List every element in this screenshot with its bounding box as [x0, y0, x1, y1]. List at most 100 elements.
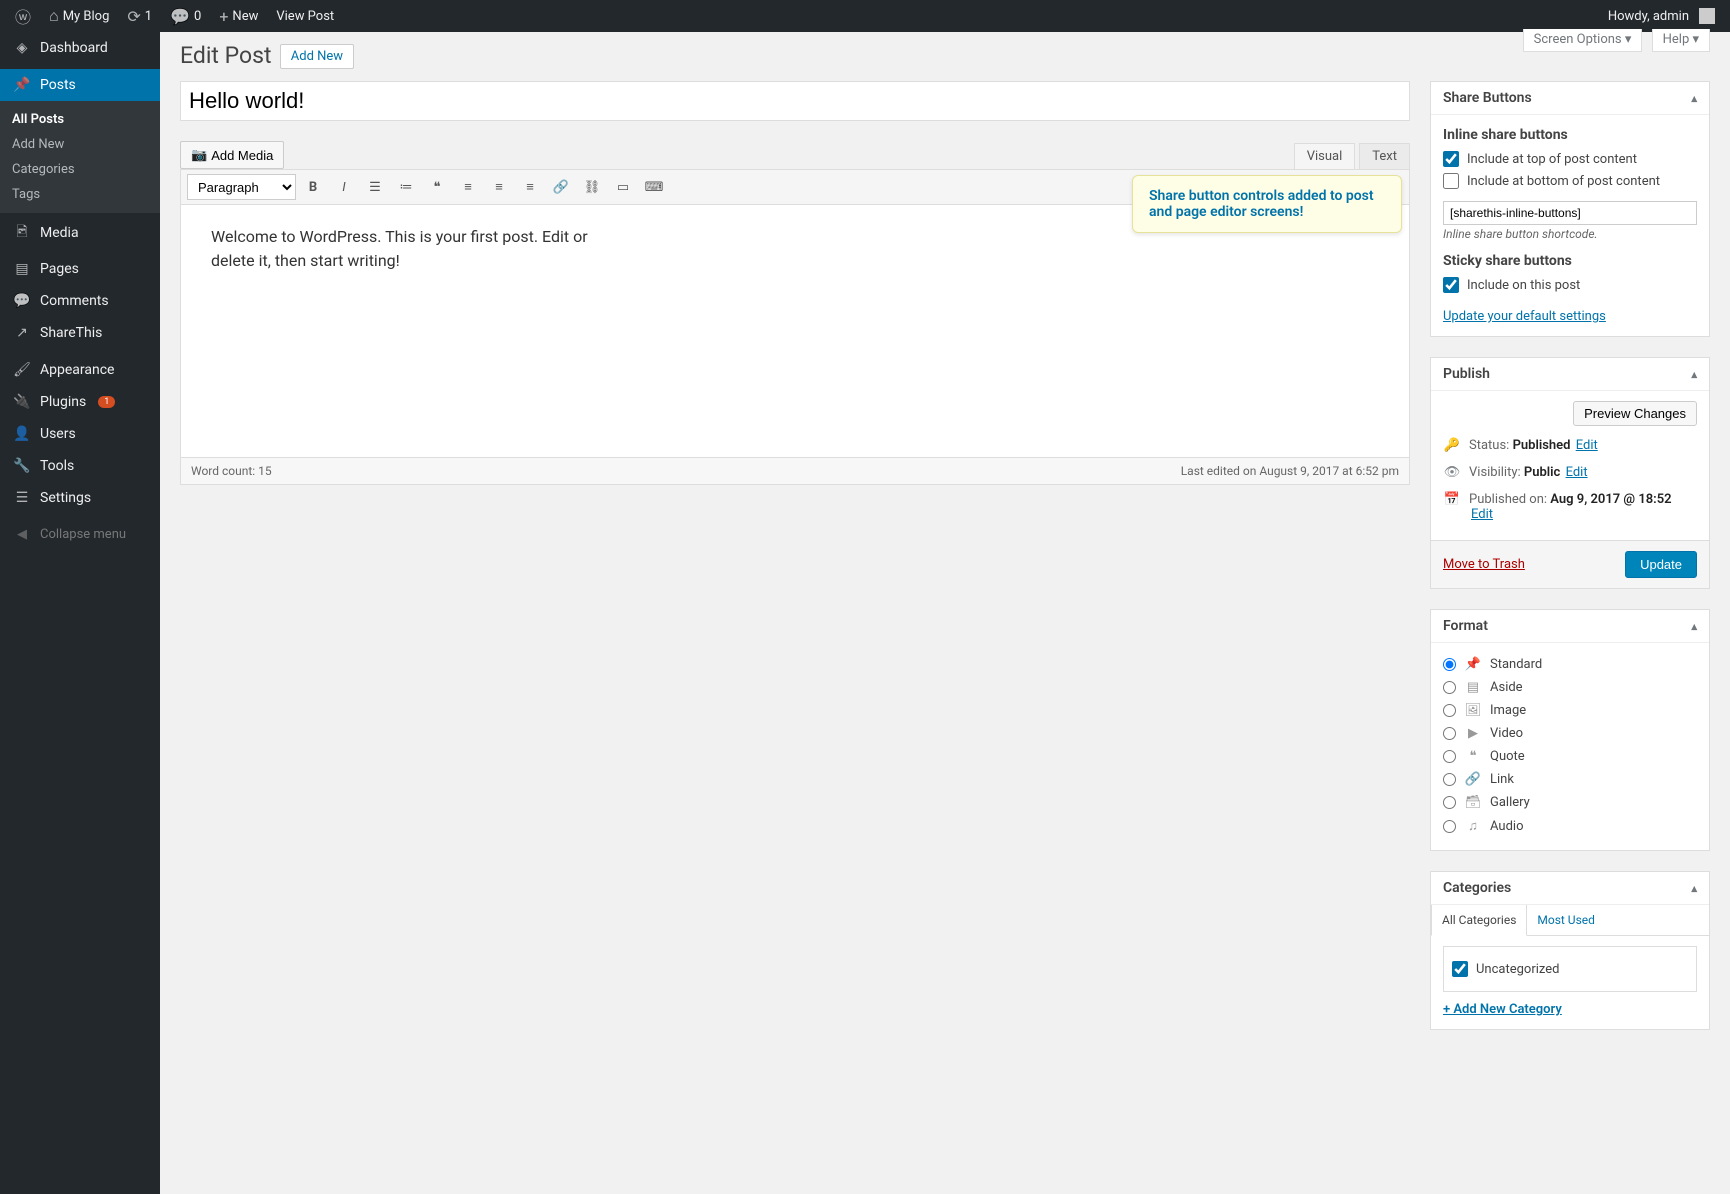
tab-text[interactable]: Text — [1359, 143, 1410, 169]
check-include-bottom[interactable]: Include at bottom of post content — [1443, 173, 1697, 189]
bold-button[interactable]: B — [299, 174, 327, 200]
metabox-publish-toggle[interactable]: Publish▴ — [1431, 358, 1709, 391]
plugin-icon: 🔌 — [12, 394, 32, 410]
move-to-trash-link[interactable]: Move to Trash — [1443, 557, 1525, 572]
menu-dashboard[interactable]: ◈Dashboard — [0, 32, 160, 64]
check-include-post[interactable]: Include on this post — [1443, 277, 1697, 293]
screen-options-button[interactable]: Screen Options ▾ — [1523, 29, 1643, 52]
menu-settings[interactable]: ☰Settings — [0, 482, 160, 514]
metabox-categories-toggle[interactable]: Categories▴ — [1431, 872, 1709, 905]
format-link-icon: 🔗 — [1464, 772, 1482, 787]
format-option-quote[interactable]: ❝Quote — [1443, 745, 1697, 768]
new-content-link[interactable]: +New — [212, 0, 265, 32]
page-icon: ▤ — [12, 261, 32, 277]
key-icon: 🔑 — [1443, 438, 1461, 453]
toolbar-toggle-button[interactable]: ⌨ — [640, 174, 668, 200]
chevron-up-icon: ▴ — [1691, 620, 1697, 633]
chevron-up-icon: ▴ — [1691, 368, 1697, 381]
update-button[interactable]: Update — [1625, 551, 1697, 578]
align-right-button[interactable]: ≡ — [516, 174, 544, 200]
submenu-categories[interactable]: Categories — [0, 157, 160, 182]
format-option-audio[interactable]: ♫Audio — [1443, 814, 1697, 838]
word-count: Word count: 15 — [191, 464, 272, 478]
menu-users[interactable]: 👤Users — [0, 418, 160, 450]
unlink-button[interactable]: ⛓ — [578, 174, 606, 200]
align-left-button[interactable]: ≡ — [454, 174, 482, 200]
post-title-input[interactable] — [180, 81, 1410, 121]
format-option-aside[interactable]: ▤Aside — [1443, 676, 1697, 699]
link-button[interactable]: 🔗 — [547, 174, 575, 200]
avatar — [1699, 8, 1715, 24]
shortcode-input[interactable] — [1443, 201, 1697, 225]
add-new-category-link[interactable]: + Add New Category — [1443, 1002, 1562, 1017]
menu-posts[interactable]: 📌Posts — [0, 69, 160, 101]
menu-media[interactable]: 🖻Media — [0, 213, 160, 253]
user-icon: 👤 — [12, 426, 32, 442]
submenu-all-posts[interactable]: All Posts — [0, 107, 160, 132]
collapse-menu[interactable]: ◀Collapse menu — [0, 519, 160, 550]
admin-bar: ⓦ ⌂My Blog ⟳1 💬0 +New View Post Howdy, a… — [0, 0, 1730, 32]
check-include-top[interactable]: Include at top of post content — [1443, 151, 1697, 167]
metabox-format-toggle[interactable]: Format▴ — [1431, 610, 1709, 643]
shortcode-desc: Inline share button shortcode. — [1443, 227, 1697, 241]
page-title: Edit Post — [180, 42, 272, 69]
tab-visual[interactable]: Visual — [1294, 143, 1356, 169]
italic-button[interactable]: I — [330, 174, 358, 200]
align-center-button[interactable]: ≡ — [485, 174, 513, 200]
edit-status-link[interactable]: Edit — [1576, 438, 1598, 453]
add-new-button[interactable]: Add New — [280, 44, 354, 69]
add-media-button[interactable]: 📷Add Media — [180, 141, 284, 169]
callout-share-buttons: Share button controls added to post and … — [1132, 175, 1402, 233]
menu-plugins[interactable]: 🔌Plugins1 — [0, 386, 160, 418]
updates-link[interactable]: ⟳1 — [120, 0, 159, 32]
comment-icon: 💬 — [170, 7, 190, 26]
update-defaults-link[interactable]: Update your default settings — [1443, 309, 1606, 324]
dashboard-icon: ◈ — [12, 40, 32, 56]
edit-visibility-link[interactable]: Edit — [1566, 465, 1588, 480]
submenu-add-new[interactable]: Add New — [0, 132, 160, 157]
submenu-tags[interactable]: Tags — [0, 182, 160, 207]
edit-date-link[interactable]: Edit — [1471, 507, 1493, 522]
format-option-image[interactable]: 🖼Image — [1443, 699, 1697, 722]
chevron-up-icon: ▴ — [1691, 882, 1697, 895]
help-button[interactable]: Help ▾ — [1652, 29, 1710, 52]
comment-icon: 💬 — [12, 293, 32, 309]
account-link[interactable]: Howdy, admin — [1601, 0, 1722, 32]
menu-posts-submenu: All Posts Add New Categories Tags — [0, 101, 160, 213]
format-option-gallery[interactable]: 🗃Gallery — [1443, 791, 1697, 814]
site-name-link[interactable]: ⌂My Blog — [42, 0, 116, 32]
format-option-video[interactable]: ▶Video — [1443, 722, 1697, 745]
comments-link[interactable]: 💬0 — [163, 0, 208, 32]
bullet-list-button[interactable]: ☰ — [361, 174, 389, 200]
menu-pages[interactable]: ▤Pages — [0, 253, 160, 285]
content-body: Screen Options ▾ Help ▾ Edit Post Add Ne… — [160, 32, 1730, 1090]
tab-all-categories[interactable]: All Categories — [1431, 905, 1527, 936]
sticky-heading: Sticky share buttons — [1443, 253, 1697, 269]
format-option-standard[interactable]: 📌Standard — [1443, 653, 1697, 676]
menu-appearance[interactable]: 🖌Appearance — [0, 354, 160, 386]
category-item[interactable]: Uncategorized — [1452, 961, 1688, 977]
preview-changes-button[interactable]: Preview Changes — [1573, 401, 1697, 426]
eye-icon: 👁 — [1443, 465, 1461, 480]
blockquote-button[interactable]: ❝ — [423, 174, 451, 200]
view-post-link[interactable]: View Post — [269, 0, 341, 32]
inline-heading: Inline share buttons — [1443, 127, 1697, 143]
metabox-share-toggle[interactable]: Share Buttons▴ — [1431, 82, 1709, 115]
menu-sharethis[interactable]: ↗ShareThis — [0, 317, 160, 349]
collapse-icon: ◀ — [12, 527, 32, 542]
number-list-button[interactable]: ≔ — [392, 174, 420, 200]
format-option-link[interactable]: 🔗Link — [1443, 768, 1697, 791]
plugins-badge: 1 — [98, 396, 115, 408]
menu-comments[interactable]: 💬Comments — [0, 285, 160, 317]
format-audio-icon: ♫ — [1464, 818, 1482, 834]
metabox-publish: Publish▴ Preview Changes 🔑 Status: Publi… — [1430, 357, 1710, 589]
wp-logo[interactable]: ⓦ — [8, 0, 38, 32]
editor-content[interactable]: Welcome to WordPress. This is your first… — [180, 205, 1410, 458]
tab-most-used[interactable]: Most Used — [1527, 905, 1605, 935]
metabox-share-buttons: Share Buttons▴ Inline share buttons Incl… — [1430, 81, 1710, 337]
menu-tools[interactable]: 🔧Tools — [0, 450, 160, 482]
readmore-button[interactable]: ▭ — [609, 174, 637, 200]
format-select[interactable]: Paragraph — [187, 174, 296, 200]
format-gallery-icon: 🗃 — [1464, 795, 1482, 810]
media-icon: 🖻 — [12, 221, 32, 245]
